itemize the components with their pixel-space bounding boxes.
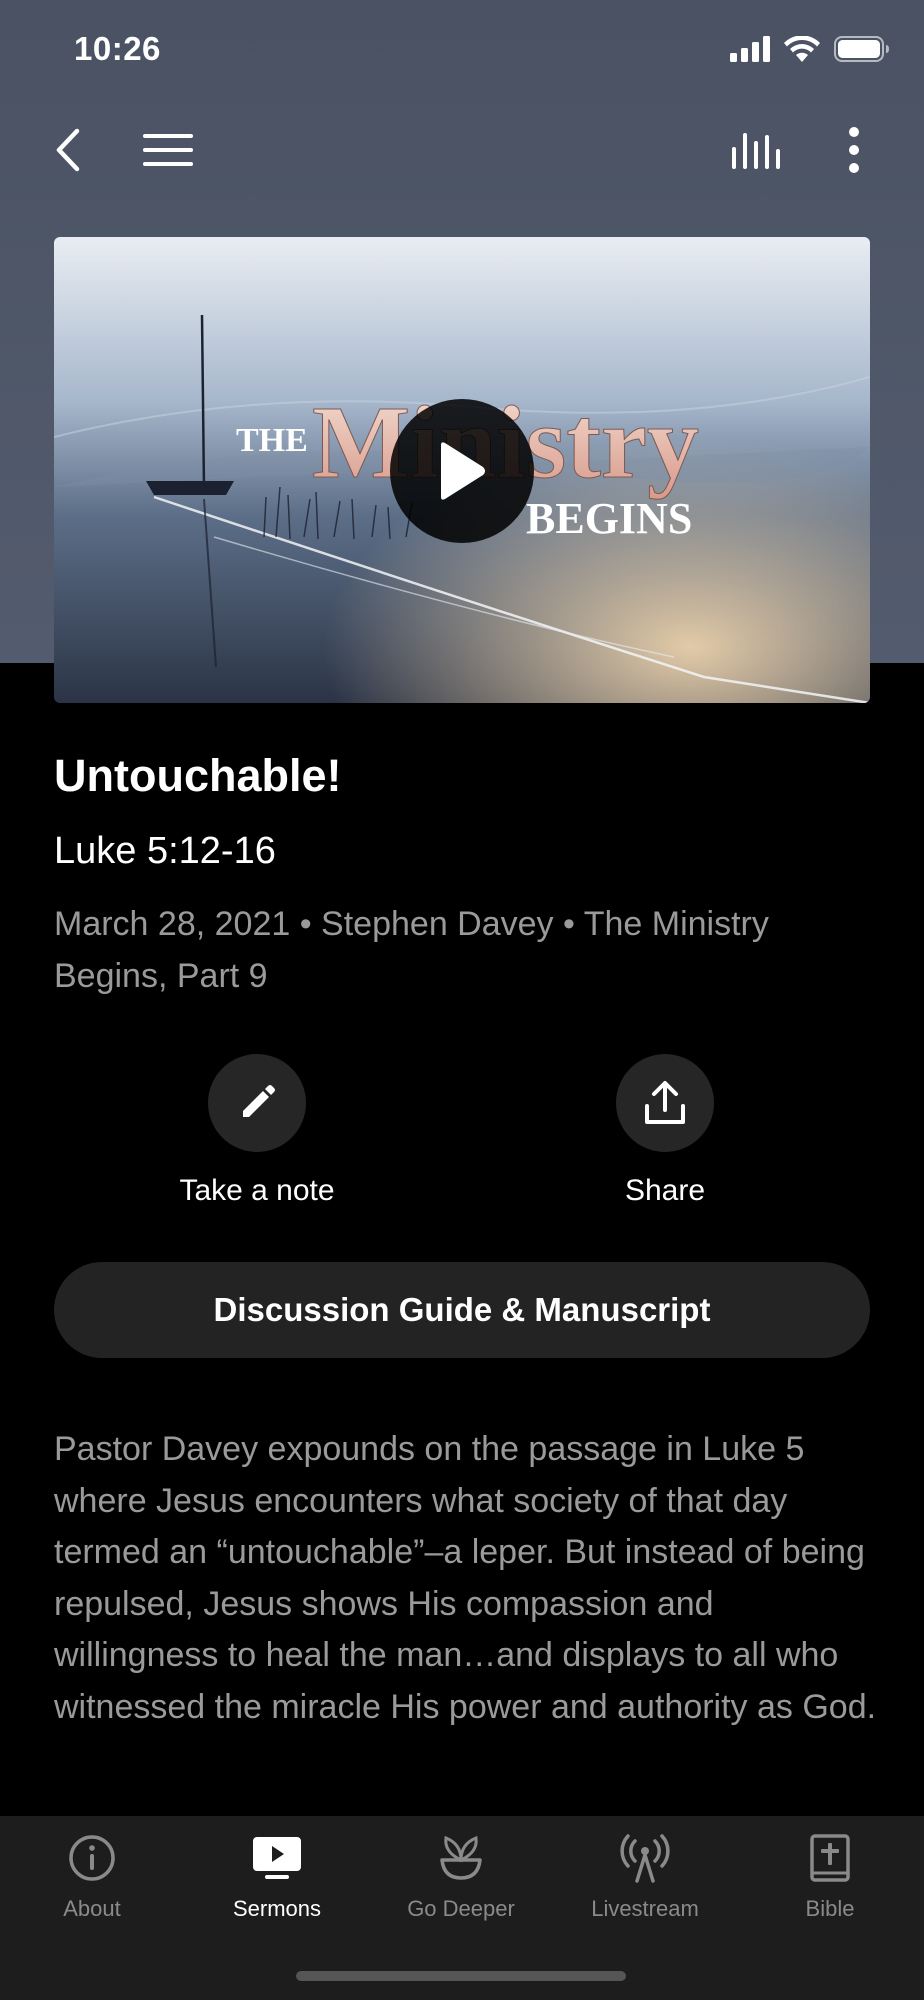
- tab-livestream[interactable]: Livestream: [565, 1830, 725, 1930]
- sermon-scripture: Luke 5:12-16: [54, 830, 276, 872]
- audio-button[interactable]: [726, 120, 786, 180]
- hamburger-menu-icon: [143, 134, 193, 166]
- more-options-button[interactable]: [824, 120, 884, 180]
- chevron-left-icon: [56, 128, 80, 172]
- tab-bible[interactable]: Bible: [750, 1830, 910, 1930]
- tab-label: Go Deeper: [407, 1896, 515, 1921]
- info-icon: [69, 1835, 115, 1881]
- cellular-signal-icon: [730, 36, 770, 67]
- tab-about[interactable]: About: [12, 1830, 172, 1930]
- status-bar: 10:26: [0, 0, 924, 100]
- artwork-text-begins: BEGINS: [526, 494, 692, 543]
- sermon-meta: March 28, 2021 • Stephen Davey • The Min…: [54, 905, 769, 995]
- battery-icon: [834, 36, 890, 67]
- tab-sermons[interactable]: Sermons: [197, 1830, 357, 1930]
- bible-icon: [810, 1834, 850, 1882]
- plant-pot-icon: [440, 1835, 482, 1880]
- status-time: 10:26: [74, 30, 161, 67]
- sermon-artwork[interactable]: THE Ministry BEGINS: [54, 237, 870, 703]
- share-label: Share: [624, 1174, 706, 1207]
- share-action[interactable]: Share: [565, 1054, 765, 1208]
- tab-label: Bible: [805, 1896, 855, 1921]
- audio-bars-icon: [732, 133, 780, 169]
- wifi-icon: [784, 35, 820, 67]
- tv-play-icon: [253, 1837, 301, 1879]
- tab-go-deeper[interactable]: Go Deeper: [381, 1830, 541, 1930]
- play-icon: [441, 442, 485, 500]
- sermon-title: Untouchable!: [54, 750, 342, 801]
- menu-button[interactable]: [138, 120, 198, 180]
- share-upload-icon: [645, 1081, 685, 1124]
- broadcast-icon: [620, 1834, 670, 1883]
- discussion-guide-button[interactable]: Discussion Guide & Manuscript: [54, 1262, 870, 1358]
- take-note-button[interactable]: [208, 1054, 306, 1152]
- take-note-action[interactable]: Take a note: [157, 1054, 357, 1208]
- back-button[interactable]: [38, 120, 98, 180]
- home-indicator: [296, 1971, 626, 1981]
- share-button[interactable]: [616, 1054, 714, 1152]
- status-icons: [730, 35, 890, 67]
- nav-bar: [0, 110, 924, 190]
- artwork-text-the: THE: [236, 422, 308, 459]
- more-vertical-icon: [849, 127, 859, 173]
- tab-label: Sermons: [232, 1896, 322, 1921]
- take-note-label: Take a note: [179, 1174, 335, 1207]
- pencil-icon: [243, 1085, 275, 1117]
- sermon-description: Pastor Davey expounds on the passage in …: [54, 1430, 877, 1726]
- tab-label: Livestream: [591, 1896, 699, 1921]
- play-button[interactable]: [390, 399, 534, 543]
- tab-label: About: [63, 1896, 121, 1921]
